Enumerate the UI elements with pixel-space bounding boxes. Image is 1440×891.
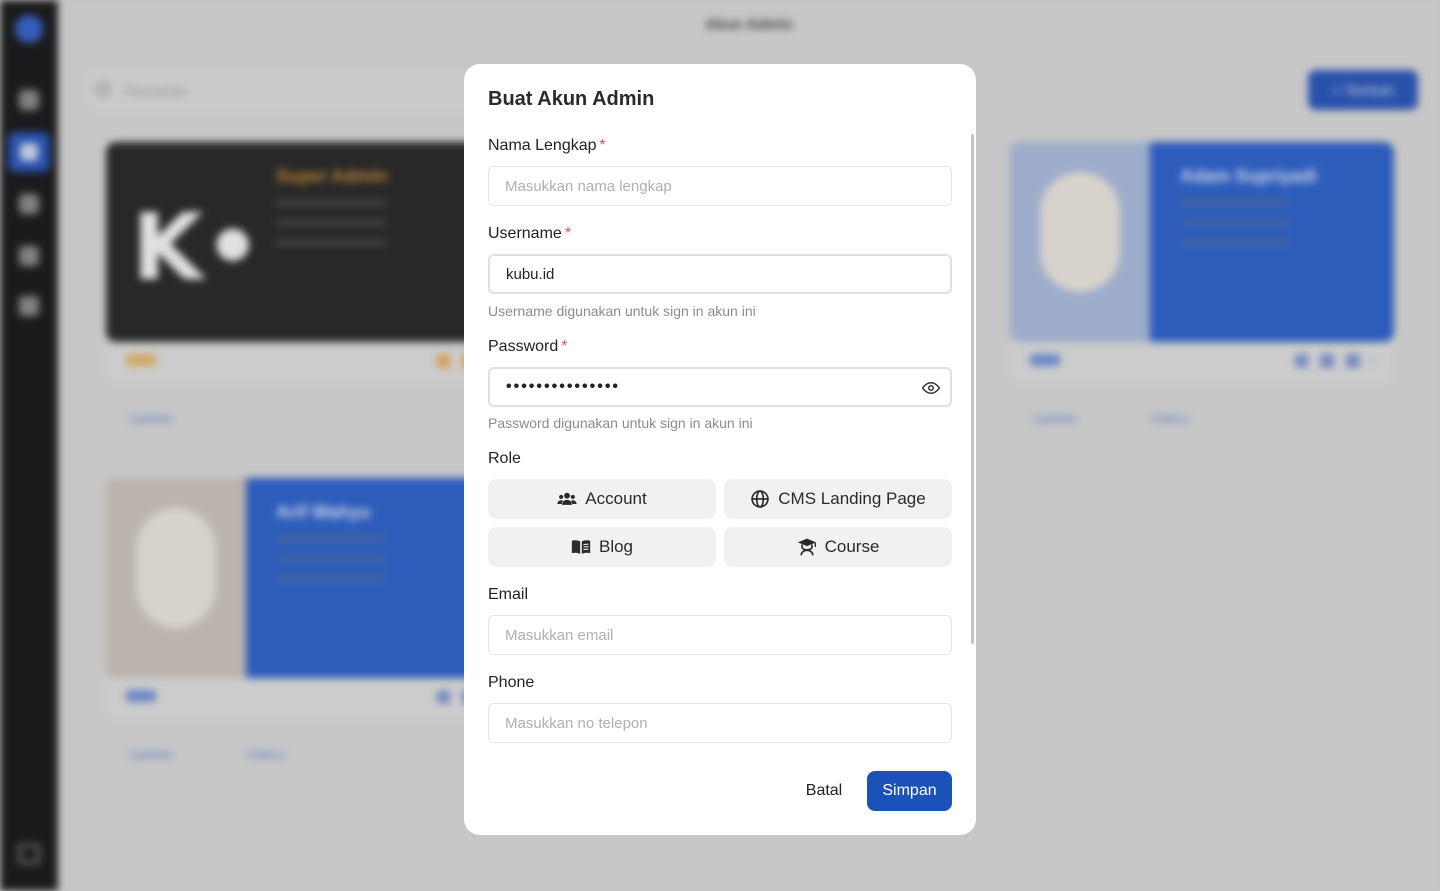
password-hint: Password digunakan untuk sign in akun in… [488,415,753,431]
role-option-label: Blog [598,537,634,556]
email-label: Email [488,586,529,603]
full-name-input[interactable] [489,167,951,205]
role-option-account[interactable]: Account [488,479,716,519]
role-option-cms-landing-page[interactable]: CMS Landing Page [724,479,952,519]
email-input[interactable] [489,616,951,654]
username-hint: Username digunakan untuk sign in akun in… [488,303,756,319]
required-mark: * [599,137,606,154]
password-input[interactable] [490,369,950,405]
graduation-icon [797,538,816,556]
username-label: Username * [488,225,572,242]
role-option-blog[interactable]: Blog [488,527,716,567]
email-field [488,615,952,655]
required-mark: * [564,225,572,242]
full-name-label: Nama Lengkap * [488,137,606,154]
create-admin-modal: Buat Akun Admin Nama Lengkap* Username* … [464,64,976,835]
full-name-field [488,166,952,206]
save-button[interactable]: Simpan [867,771,952,811]
globe-icon [751,490,770,508]
phone-input[interactable] [489,704,951,742]
role-option-label: Course [824,537,880,556]
phone-field [488,703,952,743]
username-input[interactable] [490,256,950,292]
eye-icon[interactable] [922,379,940,397]
required-mark: * [561,338,568,355]
password-label: Password * [488,338,568,355]
role-option-label: Account [585,489,647,508]
phone-label: Phone [488,674,535,691]
username-field [488,254,952,294]
role-option-course[interactable]: Course [724,527,952,567]
cancel-button[interactable]: Batal [794,771,854,811]
users-icon [557,492,577,505]
book-icon [571,540,591,554]
modal-scrollbar[interactable] [971,134,974,644]
password-field [488,367,952,407]
role-label: Role [488,450,521,467]
modal-title: Buat Akun Admin [488,88,655,110]
role-option-label: CMS Landing Page [778,489,926,508]
